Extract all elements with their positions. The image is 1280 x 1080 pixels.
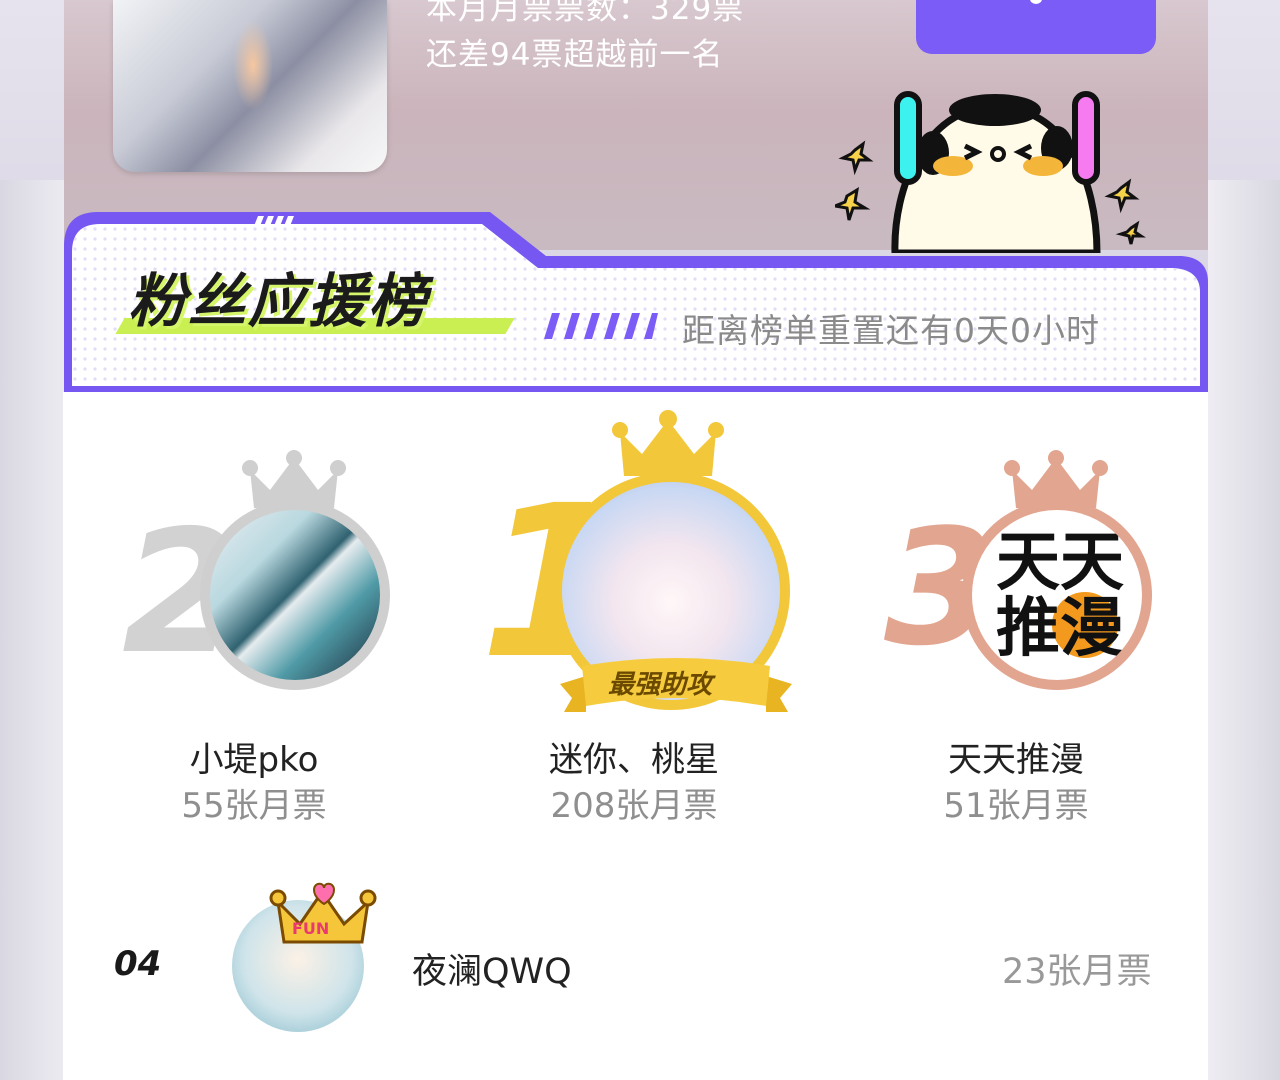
- fan-votes: 55张月票: [181, 786, 327, 826]
- background-left: [0, 180, 64, 1080]
- fun-crown-icon: FUN: [269, 882, 377, 944]
- board-title: 粉丝应援榜: [128, 267, 429, 335]
- fan-name: 小堤pko: [189, 740, 319, 780]
- comic-cover-image[interactable]: [113, 0, 387, 172]
- fan-votes: 208张月票: [550, 786, 718, 826]
- vote-button[interactable]: [916, 0, 1156, 54]
- list-rank: 04: [114, 944, 162, 984]
- background-right: [1208, 180, 1280, 1080]
- gold-crown-icon: [612, 410, 724, 476]
- list-name: 夜澜QWQ: [412, 952, 572, 992]
- fun-badge-label: FUN: [292, 919, 329, 938]
- fan-votes: 51张月票: [943, 786, 1089, 826]
- fan-name: 天天推漫: [948, 740, 1084, 780]
- vote-info: 本月月票票数：329票 还差94票超越前一名: [426, 0, 744, 78]
- vote-count-text: 本月月票票数：329票: [426, 0, 745, 27]
- reset-countdown: 距离榜单重置还有0天0小时: [682, 311, 1100, 350]
- strongest-badge-label: 最强助攻: [608, 670, 713, 700]
- fan-name: 迷你、桃星: [549, 740, 719, 780]
- avatar: 天天推漫: [962, 500, 1152, 690]
- vote-gap-text: 还差94票超越前一名: [426, 37, 724, 73]
- avatar-logo-text: 天天推漫: [996, 526, 1124, 666]
- list-votes: 23张月票: [1002, 952, 1152, 992]
- stripe-decoration: [544, 313, 658, 339]
- avatar: [200, 500, 390, 690]
